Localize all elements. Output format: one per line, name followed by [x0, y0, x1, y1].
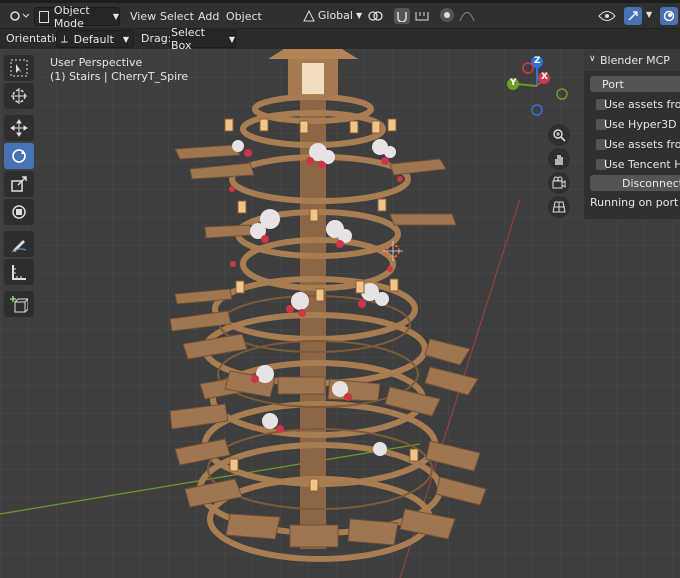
measure-tool[interactable] [4, 259, 34, 285]
move-tool[interactable] [4, 115, 34, 141]
annotate-pencil-icon [11, 240, 27, 253]
chevron-down-icon[interactable]: ▼ [646, 10, 652, 19]
lantern-light [302, 63, 324, 97]
visibility-icon[interactable] [596, 8, 618, 24]
transform-orientation-label: Global [317, 9, 353, 22]
falloff-icon[interactable] [458, 8, 476, 24]
view-perspective-label: User Perspective [50, 56, 143, 69]
transform-orientation-dropdown[interactable]: Global ▼ [318, 7, 362, 24]
panel-header[interactable]: ∨ Blender MCP [584, 49, 680, 71]
chevron-down-icon: ▼ [228, 34, 235, 44]
zoom-icon[interactable] [548, 124, 570, 146]
option-row-hyper3d[interactable]: Use Hyper3D Rodin [590, 116, 680, 134]
object-mode-dropdown[interactable]: Object Mode ▼ [34, 4, 120, 30]
scale-icon [11, 176, 27, 192]
menu-select[interactable]: Select [160, 10, 194, 23]
object-mode-label: Object Mode [53, 3, 90, 30]
editor-type-icon [10, 11, 29, 21]
transform-tool[interactable] [4, 199, 34, 225]
snap-icon[interactable] [394, 8, 410, 24]
chevron-down-icon: ∨ [589, 54, 596, 64]
editor-type-button[interactable] [6, 8, 30, 24]
selection-info-label: (1) Stairs | CherryT_Spire [50, 70, 189, 83]
select-box-tool[interactable] [4, 55, 34, 81]
port-label: Port [602, 78, 624, 91]
scale-tool[interactable] [4, 171, 34, 197]
option-row-tencent[interactable]: Use Tencent Hunyu [590, 156, 680, 174]
rotate-tool[interactable] [4, 143, 34, 169]
option-label: Use assets from Sk [604, 138, 680, 151]
pan-hand-icon[interactable] [548, 148, 570, 170]
gizmo-z-label: Z [534, 56, 541, 66]
orientation-value: Default [73, 32, 114, 46]
disconnect-button[interactable]: Disconnect fro [590, 175, 680, 191]
chevron-down-icon: ▼ [355, 11, 363, 20]
option-label: Use Tencent Hunyu [604, 158, 680, 171]
proportional-editing-icon[interactable] [440, 8, 454, 22]
gizmo-y-label: Y [510, 78, 517, 88]
overlays-icon[interactable] [660, 7, 678, 25]
port-field[interactable]: Port [590, 76, 680, 92]
drag-label: Drag: [141, 32, 172, 45]
snap-target-icon[interactable] [412, 8, 432, 24]
disconnect-label: Disconnect fro [622, 177, 680, 190]
gizmo-x-label: X [541, 72, 548, 82]
annotate-tool[interactable] [4, 231, 34, 257]
menu-add[interactable]: Add [198, 10, 219, 23]
viewport-scene [0, 49, 680, 578]
orientation-dropdown[interactable]: ⟂ Default ▼ [56, 30, 134, 48]
gizmo-toggle-icon[interactable] [624, 7, 642, 25]
orientation-icon: ⟂ [61, 33, 68, 45]
menu-object[interactable]: Object [226, 10, 262, 23]
transform-icon [12, 205, 26, 219]
camera-view-icon[interactable] [548, 172, 570, 194]
cursor-tool[interactable] [4, 83, 34, 109]
menu-view[interactable]: View [130, 10, 156, 23]
option-label: Use Hyper3D Rodin [604, 118, 680, 131]
option-row-assets-sk[interactable]: Use assets from Sk [590, 136, 680, 154]
perspective-toggle-icon[interactable] [548, 196, 570, 218]
add-cube-icon [10, 296, 28, 313]
move-icon [10, 119, 28, 137]
3d-viewport[interactable]: User Perspective (1) Stairs | CherryT_Sp… [0, 49, 680, 578]
option-row-assets-po[interactable]: Use assets from Po [590, 96, 680, 114]
tool-settings-bar: Orientation: ⟂ Default ▼ Drag: Select Bo… [0, 26, 680, 52]
chevron-down-icon: ▼ [112, 12, 119, 21]
option-label: Use assets from Po [604, 98, 680, 111]
drag-dropdown[interactable]: Select Box ▼ [170, 26, 236, 52]
panel-title: Blender MCP [600, 54, 670, 67]
blender-mcp-panel: ∨ Blender MCP Port Use assets from Po Us… [584, 49, 680, 219]
3d-cursor-icon [11, 88, 27, 104]
transform-orientation-icon[interactable] [300, 8, 318, 24]
add-cube-tool[interactable] [4, 291, 34, 317]
select-cursor-icon [10, 59, 28, 77]
object-mode-icon [39, 10, 49, 23]
server-status-text: Running on port 9876 [590, 196, 680, 209]
pivot-point-icon[interactable] [366, 8, 388, 24]
rotate-icon [12, 149, 26, 163]
chevron-down-icon: ▼ [122, 34, 129, 44]
measure-ruler-icon [12, 265, 26, 280]
